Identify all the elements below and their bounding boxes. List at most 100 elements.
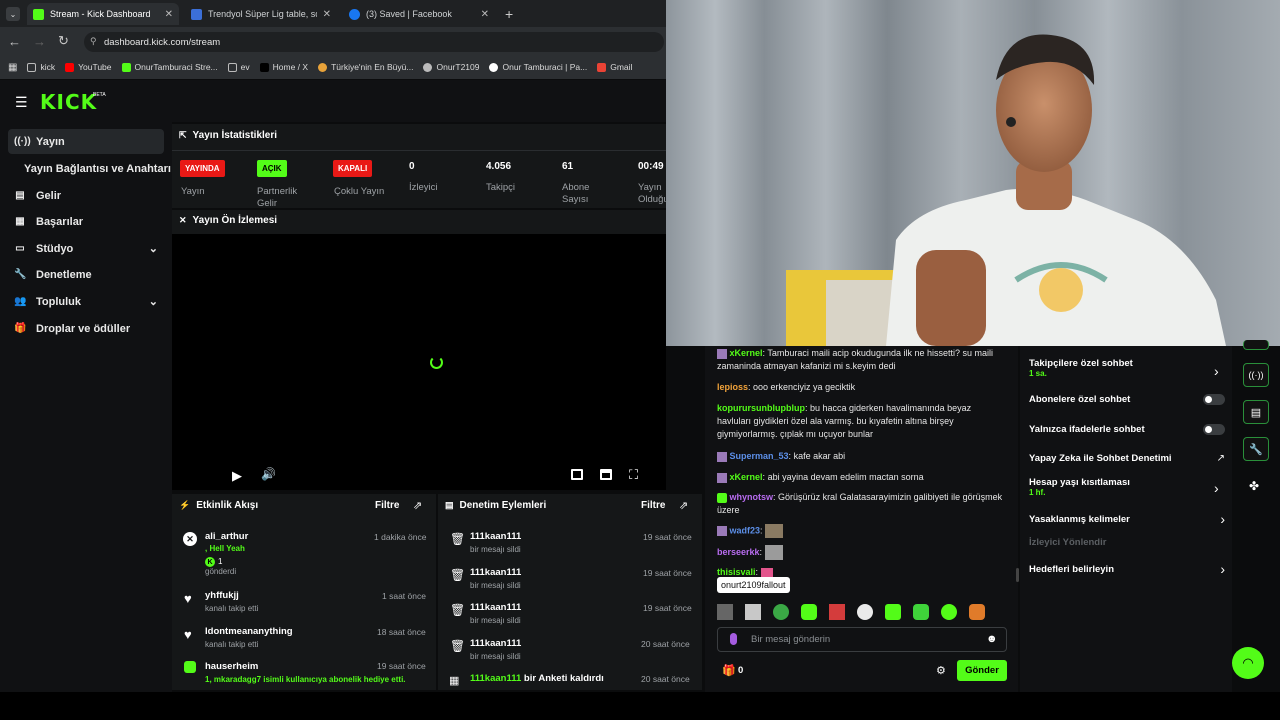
chat-username[interactable]: wadf23	[730, 525, 761, 535]
sidebar-item-stream-key[interactable]: Yayın Bağlantısı ve Anahtarı	[18, 156, 178, 181]
theater-mode-icon[interactable]	[600, 469, 612, 480]
sidebar-item-studyo[interactable]: ▭ Stüdyo ⌄	[8, 236, 164, 261]
tab-trendyol[interactable]: Trendyol Süper Lig table, sched ✕	[185, 3, 337, 25]
sidebar-item-gelir[interactable]: ▤ Gelir	[8, 183, 164, 208]
emote-icon[interactable]	[717, 604, 733, 620]
bookmark-patreon[interactable]: Onur Tamburaci | Pa...	[489, 62, 587, 72]
setting-subscribers-only[interactable]: Abonelere özel sohbet	[1029, 394, 1225, 405]
popout-icon[interactable]: ⇗	[679, 499, 688, 512]
wrench-toolbar-button[interactable]: 🔧	[1243, 437, 1269, 461]
close-tab-icon[interactable]: ✕	[323, 9, 331, 20]
emoji-picker-icon[interactable]: ☻	[986, 633, 998, 645]
stack-toolbar-button[interactable]: ▤	[1243, 400, 1269, 424]
emote-icon[interactable]	[969, 604, 985, 620]
trendyol-favicon-icon	[191, 8, 202, 20]
tab-kick-dashboard[interactable]: Stream - Kick Dashboard ✕	[27, 3, 179, 25]
tab-list-icon[interactable]: ⌄	[6, 7, 20, 21]
chat-username[interactable]: xKernel	[730, 472, 763, 482]
close-tab-icon[interactable]: ✕	[481, 9, 489, 20]
emote-icon[interactable]	[913, 604, 929, 620]
send-button[interactable]: Gönder	[957, 660, 1007, 681]
chat-input[interactable]: Bir mesaj gönderin ☻	[717, 627, 1007, 652]
bookmark-onurtamburaci-stream[interactable]: OnurTamburaci Stre...	[121, 62, 218, 72]
chevron-right-icon[interactable]: ›	[1214, 363, 1219, 379]
tab-facebook[interactable]: (3) Saved | Facebook ✕	[343, 3, 495, 25]
moderator-name[interactable]: 111kaan111	[470, 531, 521, 542]
chat-username[interactable]: thisisvali	[717, 567, 756, 577]
microphone-icon[interactable]	[730, 633, 737, 645]
kick-logo[interactable]: KICK	[40, 90, 97, 114]
chat-username[interactable]: whynotsw	[730, 492, 774, 502]
toolbar-button[interactable]	[1243, 340, 1269, 350]
picture-in-picture-icon[interactable]	[571, 469, 583, 480]
setting-account-age[interactable]: Hesap yaşı kısıtlaması 1 hf.	[1029, 477, 1225, 503]
bookmark-ev[interactable]: ev	[227, 62, 250, 72]
chat-settings-icon[interactable]: ⚙	[936, 664, 946, 677]
setting-emote-only[interactable]: Yalnızca ifadelerle sohbet	[1029, 424, 1225, 435]
support-button[interactable]: ◠	[1232, 647, 1264, 679]
close-tab-icon[interactable]: ✕	[165, 9, 173, 20]
emote-icon[interactable]	[745, 604, 761, 620]
url-field[interactable]: ⚲ dashboard.kick.com/stream	[84, 32, 664, 52]
popout-icon[interactable]: ⇗	[413, 499, 422, 512]
moderator-name[interactable]: 111kaan111	[470, 602, 521, 613]
bookmark-turkiye[interactable]: Türkiye'nin En Büyü...	[318, 62, 413, 72]
moderation-filter-button[interactable]: Filtre	[641, 500, 665, 511]
emote-icon[interactable]	[941, 604, 957, 620]
heart-icon: ♥	[184, 591, 192, 606]
activity-user[interactable]: Idontmeananything	[205, 626, 293, 637]
chat-username[interactable]: Superman_53	[730, 451, 789, 461]
bookmark-youtube[interactable]: YouTube	[65, 62, 112, 72]
sidebar-item-droplar[interactable]: 🎁 Droplar ve ödüller	[8, 316, 164, 341]
reload-icon[interactable]: ↻	[58, 33, 69, 49]
emote-icon[interactable]	[829, 604, 845, 620]
play-icon[interactable]: ▶	[232, 468, 242, 484]
setting-banned-words[interactable]: Yasaklanmış kelimeler ›	[1029, 511, 1225, 527]
broadcast-toolbar-button[interactable]: ((·))	[1243, 363, 1269, 387]
back-icon[interactable]: ←	[8, 34, 21, 49]
emote-icon[interactable]	[885, 604, 901, 620]
toggle-switch[interactable]	[1203, 394, 1225, 405]
fullscreen-icon[interactable]: ⛶	[629, 467, 638, 483]
stream-preview	[172, 210, 666, 490]
layers-icon: ▤	[1250, 406, 1262, 419]
activity-filter-button[interactable]: Filtre	[375, 500, 399, 511]
activity-user[interactable]: hauserheim	[205, 661, 258, 672]
bookmark-gmail[interactable]: Gmail	[597, 62, 632, 72]
setting-followers-only[interactable]: Takipçilere özel sohbet 1 sa.	[1029, 358, 1225, 384]
chat-username[interactable]: berseerkk	[717, 547, 760, 557]
toggle-switch[interactable]	[1203, 424, 1225, 435]
moderator-name[interactable]: 111kaan111	[470, 567, 521, 578]
chat-username[interactable]: lepioss	[717, 382, 748, 392]
bookmark-x[interactable]: Home / X	[259, 62, 308, 72]
gift-icon[interactable]: 🎁	[722, 664, 736, 677]
apps-icon[interactable]: ✤	[1249, 479, 1259, 493]
moderator-name[interactable]: 111kaan111	[470, 638, 521, 649]
bookmark-onurt2109[interactable]: OnurT2109	[423, 62, 479, 72]
sidebar-item-yayin[interactable]: ((·)) Yayın	[8, 129, 164, 154]
setting-goals[interactable]: Hedefleri belirleyin ›	[1029, 561, 1225, 577]
volume-icon[interactable]: 🔊	[261, 467, 276, 481]
activity-user[interactable]: yhffukjj	[205, 590, 239, 601]
sidebar-item-denetleme[interactable]: 🔧 Denetleme	[8, 262, 164, 287]
menu-icon[interactable]: ☰	[15, 94, 28, 111]
sidebar-item-topluluk[interactable]: 👥 Topluluk ⌄	[8, 289, 164, 314]
forward-icon[interactable]: →	[33, 34, 46, 49]
new-tab-icon[interactable]: +	[505, 6, 513, 22]
site-info-icon[interactable]: ⚲	[90, 36, 97, 47]
chat-username[interactable]: xKernel	[730, 348, 763, 358]
stat-label: Takipçi	[486, 182, 516, 193]
sidebar-item-basarilar[interactable]: ▦ Başarılar	[8, 209, 164, 234]
emote-icon[interactable]	[801, 604, 817, 620]
moderator-name[interactable]: 111kaan111	[470, 673, 521, 684]
moderation-action: bir mesajı sildi	[470, 616, 521, 625]
emote-icon[interactable]	[773, 604, 789, 620]
chat-scrollbar[interactable]	[1016, 568, 1019, 582]
emote-icon[interactable]	[857, 604, 873, 620]
chat-username[interactable]: kopurursunblupblup	[717, 403, 805, 413]
chevron-right-icon[interactable]: ›	[1214, 480, 1219, 496]
setting-ai-moderation[interactable]: Yapay Zeka ile Sohbet Denetimi ↗	[1029, 453, 1225, 464]
apps-icon[interactable]: ▦	[8, 62, 17, 73]
bookmark-kick[interactable]: kick	[27, 62, 55, 72]
activity-user[interactable]: ali_arthur	[205, 531, 248, 542]
